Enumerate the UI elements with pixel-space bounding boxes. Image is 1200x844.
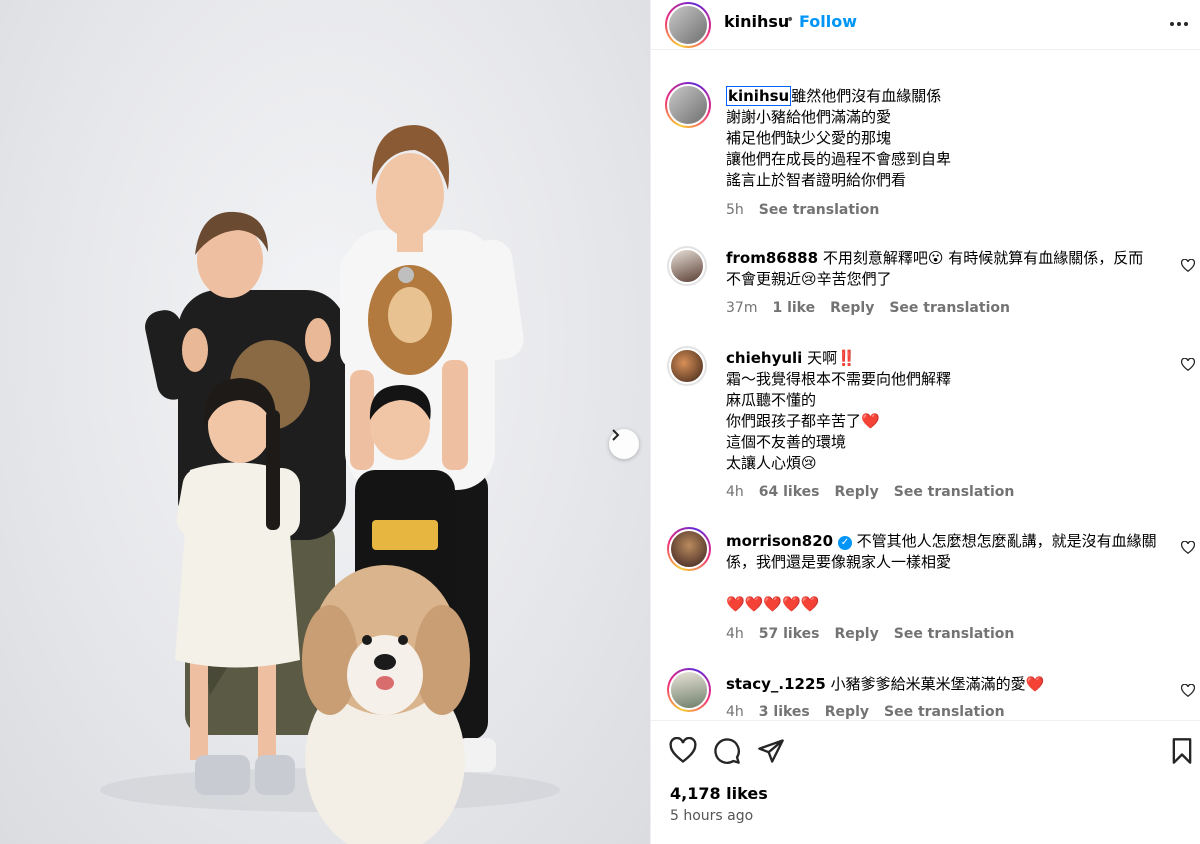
commenter-username[interactable]: stacy_.1225 [726,675,826,693]
commenter-avatar[interactable] [667,668,711,712]
like-count[interactable]: 4,178 likes [670,784,768,803]
caption-meta: 5h See translation [726,202,879,218]
commenter-username[interactable]: from86888 [726,249,818,267]
like-comment-heart-icon[interactable] [1181,684,1195,698]
comment-text: 這個不友善的環境 [726,433,847,451]
comment-text: 不管其他人怎麼想怎麼亂講，就是沒有血緣關 [856,532,1157,550]
comment-text: 太讓人心煩😢 [726,454,817,472]
comment-text: 不會更親近😢辛苦您們了 [726,270,892,288]
comment-likes[interactable]: 3 likes [759,704,810,720]
commenter-avatar[interactable] [667,527,711,571]
family-photo-illustration [100,125,560,844]
see-translation-link[interactable]: See translation [759,202,880,218]
caption-line: 謝謝小豬給他們滿滿的愛 [726,108,892,126]
heart-icon[interactable] [669,737,697,765]
comment-meta: 37m 1 like Reply See translation [726,300,1010,316]
comment-time[interactable]: 4h [726,704,744,720]
verified-badge-icon: ✓ [837,536,852,550]
reply-button[interactable]: Reply [835,626,879,642]
instagram-post-view: kinihsu • Follow kinihsu 雖然他們沒有血緣關係 謝謝小豬給… [0,0,1200,844]
author-username[interactable]: kinihsu [724,12,789,31]
caption-line: 雖然他們沒有血緣關係 [791,87,942,105]
comment-text [726,573,1166,594]
caption-line: 讓他們在成長的過程不會感到自卑 [726,150,952,168]
caption-line: 補足他們缺少父愛的那塊 [726,129,892,147]
caption-time[interactable]: 5h [726,202,744,218]
comment-likes[interactable]: 57 likes [759,626,820,642]
post-sidebar: kinihsu • Follow kinihsu 雖然他們沒有血緣關係 謝謝小豬給… [650,0,1200,844]
comment-icon[interactable] [713,737,741,765]
commenter-username[interactable]: morrison820 [726,532,833,550]
caption-username[interactable]: kinihsu [726,86,792,106]
follow-button[interactable]: Follow [799,12,857,31]
see-translation-link[interactable]: See translation [894,484,1015,500]
reply-button[interactable]: Reply [835,484,879,500]
comment-time[interactable]: 37m [726,300,757,316]
author-avatar[interactable] [665,2,711,48]
comment-meta: 4h 3 likes Reply See translation [726,704,1005,720]
more-horizontal-icon[interactable] [1169,14,1189,34]
comment-text: 你們跟孩子都辛苦了❤️ [726,412,880,430]
caption-line: 謠言止於智者證明給你們看 [726,171,907,189]
comment-meta: 4h 57 likes Reply See translation [726,626,1014,642]
send-icon[interactable] [757,737,785,765]
comment-time[interactable]: 4h [726,484,744,500]
see-translation-link[interactable]: See translation [889,300,1010,316]
comment-time[interactable]: 4h [726,626,744,642]
caption-avatar[interactable] [665,82,711,128]
bookmark-icon[interactable] [1169,737,1195,765]
see-translation-link[interactable]: See translation [894,626,1015,642]
reply-button[interactable]: Reply [830,300,874,316]
reply-button[interactable]: Reply [825,704,869,720]
post-photo[interactable] [0,0,650,844]
comment-likes[interactable]: 1 like [772,300,815,316]
comment-text: 麻瓜聽不懂的 [726,391,817,409]
like-comment-heart-icon[interactable] [1181,358,1195,372]
post-timestamp[interactable]: 5 hours ago [670,808,753,824]
comment-text: 不用刻意解釋吧😮 有時候就算有血緣關係，反而 [822,249,1144,267]
post-header: kinihsu • Follow [651,0,1200,50]
commenter-avatar[interactable] [667,346,707,386]
comment-likes[interactable]: 64 likes [759,484,820,500]
comments-scroll-area[interactable]: kinihsu 雖然他們沒有血緣關係 謝謝小豬給他們滿滿的愛 補足他們缺少父愛的那… [651,60,1200,720]
commenter-username[interactable]: chiehyuli [726,349,802,367]
comment-text: ❤️❤️❤️❤️❤️ [726,595,820,613]
comment-text: 霜～我覺得根本不需要向他們解釋 [726,370,952,388]
post-actions: 4,178 likes 5 hours ago [651,720,1200,844]
comment-meta: 4h 64 likes Reply See translation [726,484,1014,500]
comment-text: 天啊‼️ [807,349,856,367]
comment-text: 小豬爹爹給米菓米堡滿滿的愛❤️ [830,675,1045,693]
comment-text: 係，我們還是要像親家人一樣相愛 [726,553,952,571]
next-photo-button[interactable] [609,429,639,459]
like-comment-heart-icon[interactable] [1181,259,1195,273]
separator-dot: • [786,12,795,28]
like-comment-heart-icon[interactable] [1181,541,1195,555]
commenter-avatar[interactable] [667,246,707,286]
see-translation-link[interactable]: See translation [884,704,1005,720]
chevron-right-icon [612,429,620,441]
